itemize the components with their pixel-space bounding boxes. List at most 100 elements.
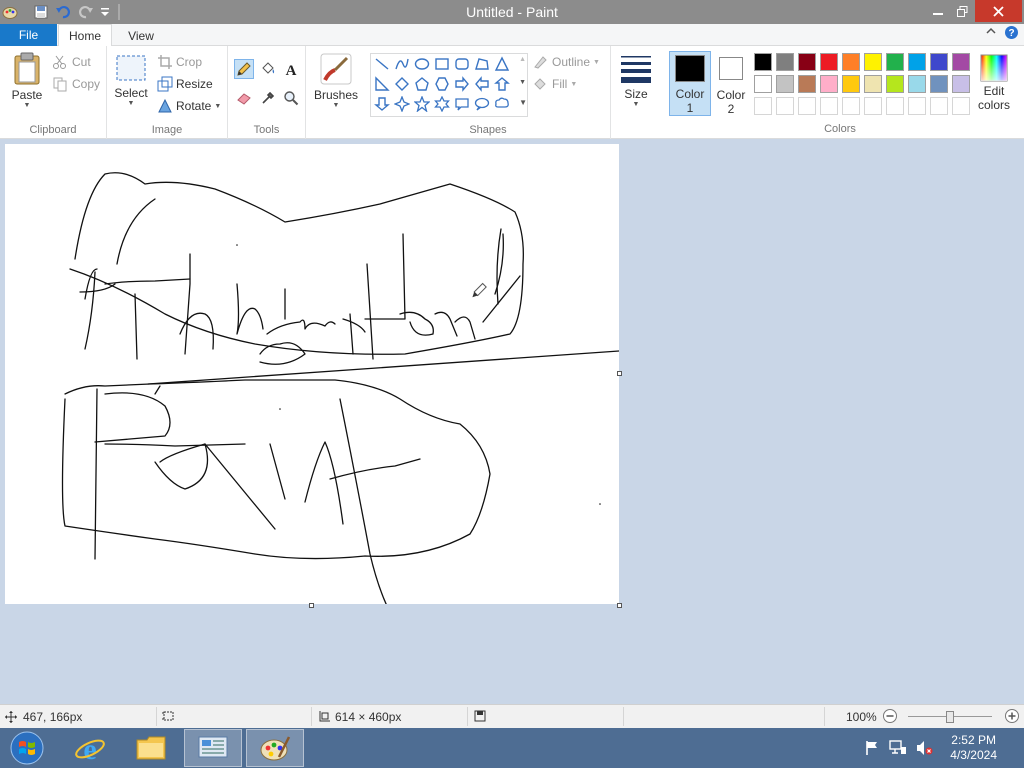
action-center-icon[interactable] [862,729,882,767]
palette-swatch[interactable] [798,53,816,71]
eraser-tool[interactable] [234,88,254,108]
palette-swatch[interactable] [776,53,794,71]
curve-shape[interactable] [393,55,411,73]
volume-muted-icon[interactable] [913,729,935,767]
canvas-resize-handle-corner[interactable] [617,603,622,608]
zoom-in-button[interactable] [1004,708,1020,724]
oval-callout-shape[interactable] [473,95,491,113]
shapes-expand-icon[interactable]: ▼ [519,98,527,107]
outline-button[interactable]: Outline ▼ [532,54,600,70]
taskbar-server-manager[interactable] [184,729,242,767]
left-arrow-shape[interactable] [473,75,491,93]
right-triangle-shape[interactable] [373,75,391,93]
tab-view[interactable]: View [116,24,166,47]
taskbar-paint[interactable] [246,729,304,767]
custom-color-slot[interactable] [908,97,926,115]
palette-swatch[interactable] [886,53,904,71]
custom-color-slot[interactable] [952,97,970,115]
custom-color-slot[interactable] [842,97,860,115]
oval-shape[interactable] [413,55,431,73]
palette-swatch[interactable] [930,53,948,71]
palette-swatch[interactable] [842,75,860,93]
help-icon[interactable]: ? [1004,25,1019,40]
cloud-callout-shape[interactable] [493,95,511,113]
triangle-shape[interactable] [493,55,511,73]
five-point-star-shape[interactable] [413,95,431,113]
resize-button[interactable]: Resize [157,76,213,92]
taskbar-internet-explorer[interactable]: e [61,729,119,767]
brushes-button[interactable]: Brushes ▼ [312,52,360,109]
palette-swatch[interactable] [798,75,816,93]
rectangle-shape[interactable] [433,55,451,73]
close-button[interactable] [975,0,1022,22]
fill-button[interactable]: Fill ▼ [532,76,577,92]
down-arrow-shape[interactable] [373,95,391,113]
crop-button[interactable]: Crop [157,54,202,70]
select-button[interactable]: Select ▼ [113,54,149,107]
text-tool[interactable]: A [281,59,301,79]
palette-swatch[interactable] [754,75,772,93]
zoom-slider[interactable] [908,711,992,723]
six-point-star-shape[interactable] [433,95,451,113]
outline-dropdown-icon[interactable]: ▼ [593,59,600,66]
palette-swatch[interactable] [886,75,904,93]
zoom-out-button[interactable] [882,708,898,724]
restore-button[interactable] [951,0,973,22]
zoom-slider-thumb[interactable] [946,711,954,723]
tab-home[interactable]: Home [58,24,112,47]
custom-color-slot[interactable] [930,97,948,115]
palette-swatch[interactable] [776,75,794,93]
rounded-callout-shape[interactable] [453,95,471,113]
palette-swatch[interactable] [842,53,860,71]
custom-color-slot[interactable] [754,97,772,115]
palette-swatch[interactable] [930,75,948,93]
magnifier-tool[interactable] [281,88,301,108]
palette-swatch[interactable] [908,53,926,71]
diamond-shape[interactable] [393,75,411,93]
palette-swatch[interactable] [952,75,970,93]
edit-colors-button[interactable]: Edit colors [976,54,1012,112]
network-icon[interactable] [887,729,909,767]
palette-swatch[interactable] [908,75,926,93]
shapes-scroll-up-icon[interactable]: ▲ [519,56,526,63]
drawing-canvas[interactable] [5,144,620,607]
right-arrow-shape[interactable] [453,75,471,93]
start-button[interactable] [0,729,54,767]
line-shape[interactable] [373,55,391,73]
select-dropdown-icon[interactable]: ▼ [128,100,135,107]
color1-button[interactable]: Color 1 [669,51,711,116]
custom-color-slot[interactable] [820,97,838,115]
hexagon-shape[interactable] [433,75,451,93]
polygon-shape[interactable] [473,55,491,73]
fill-tool[interactable] [258,59,278,79]
taskbar-file-explorer[interactable] [122,729,180,767]
shapes-gallery[interactable]: ▲ ▼ ▼ [370,53,528,117]
brushes-dropdown-icon[interactable]: ▼ [333,102,340,109]
palette-swatch[interactable] [952,53,970,71]
color-picker-tool[interactable] [258,88,278,108]
pencil-tool[interactable] [234,59,254,79]
canvas-resize-handle-right[interactable] [617,371,622,376]
size-button[interactable]: Size ▼ [616,54,656,108]
pentagon-shape[interactable] [413,75,431,93]
size-dropdown-icon[interactable]: ▼ [633,101,640,108]
rounded-rectangle-shape[interactable] [453,55,471,73]
paste-dropdown-icon[interactable]: ▼ [24,102,31,109]
minimize-button[interactable] [927,0,949,22]
custom-color-slot[interactable] [798,97,816,115]
custom-color-slot[interactable] [776,97,794,115]
color2-button[interactable]: Color 2 [713,51,749,116]
minimize-ribbon-icon[interactable] [986,27,996,35]
palette-swatch[interactable] [820,53,838,71]
custom-color-slot[interactable] [886,97,904,115]
palette-swatch[interactable] [864,75,882,93]
four-point-star-shape[interactable] [393,95,411,113]
rotate-button[interactable]: Rotate ▼ [157,98,221,114]
palette-swatch[interactable] [820,75,838,93]
rotate-dropdown-icon[interactable]: ▼ [214,103,221,110]
paste-button[interactable]: Paste ▼ [8,52,46,109]
up-arrow-shape[interactable] [493,75,511,93]
system-clock[interactable]: 2:52 PM 4/3/2024 [950,733,997,763]
palette-swatch[interactable] [864,53,882,71]
custom-color-slot[interactable] [864,97,882,115]
